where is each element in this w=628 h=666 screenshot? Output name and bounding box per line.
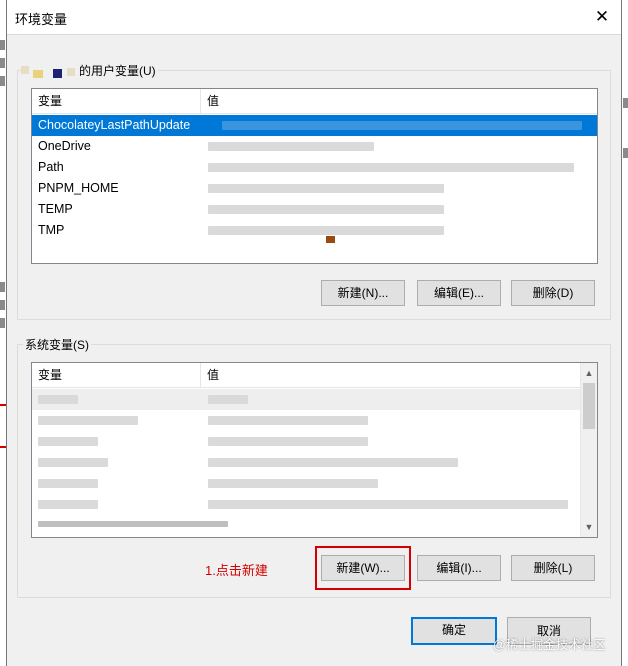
column-header-variable[interactable]: 变量 [32, 363, 201, 387]
redacted-value [208, 416, 368, 425]
background-text-fragment [0, 76, 5, 86]
variable-name: TMP [38, 223, 65, 237]
background-text-fragment [0, 318, 5, 328]
system-edit-button[interactable]: 编辑(I)... [417, 555, 501, 581]
blurred-pixel [33, 70, 43, 78]
variable-name: TEMP [38, 202, 73, 216]
ok-button[interactable]: 确定 [411, 617, 497, 645]
blurred-pixel [53, 69, 62, 78]
redacted-value [208, 437, 368, 446]
redacted-mark [326, 236, 335, 243]
system-variables-list[interactable]: 变量 值 ▲ ▼ [31, 362, 598, 538]
user-variables-label: 的用户变量(U) [77, 62, 158, 79]
user-variables-list[interactable]: 变量 值 ChocolateyLastPathUpdate OneDrive P… [31, 88, 598, 264]
list-item[interactable]: Path [32, 157, 597, 178]
list-item[interactable]: OneDrive [32, 136, 597, 157]
redacted-value [208, 479, 378, 488]
window-title: 环境变量 [15, 12, 68, 27]
column-header-value[interactable]: 值 [201, 363, 597, 387]
redacted-name [38, 395, 78, 404]
background-text-fragment [623, 148, 628, 158]
redacted-value [208, 226, 444, 235]
user-edit-button[interactable]: 编辑(E)... [417, 280, 501, 306]
background-text-fragment [0, 40, 5, 50]
column-header-value[interactable]: 值 [201, 89, 597, 113]
environment-variables-dialog: 环境变量 ✕ 的用户变量(U) 变量 值 ChocolateyLastPathU… [6, 0, 622, 666]
variable-name: ChocolateyLastPathUpdate [38, 118, 191, 132]
redacted-name [38, 458, 108, 467]
list-item[interactable] [32, 494, 597, 515]
scroll-up-icon[interactable]: ▲ [581, 365, 597, 381]
redacted-name [38, 437, 98, 446]
redacted-value [208, 205, 444, 214]
background-text-fragment [0, 282, 5, 292]
redacted-name [38, 500, 98, 509]
scroll-down-icon[interactable]: ▼ [581, 519, 597, 535]
blurred-pixel [67, 68, 75, 76]
user-delete-button[interactable]: 删除(D) [511, 280, 595, 306]
redacted-name [38, 479, 98, 488]
redacted-value [208, 395, 248, 404]
list-item[interactable]: PNPM_HOME [32, 178, 597, 199]
close-icon[interactable]: ✕ [591, 6, 613, 28]
redacted-value [208, 184, 444, 193]
variable-name: PNPM_HOME [38, 181, 119, 195]
redacted-value [208, 163, 574, 172]
background-text-fragment [0, 300, 5, 310]
background-text-fragment [0, 58, 5, 68]
system-new-button[interactable]: 新建(W)... [321, 555, 405, 581]
list-item[interactable] [32, 431, 597, 452]
variable-name: OneDrive [38, 139, 91, 153]
redacted-name [38, 521, 228, 527]
list-item[interactable] [32, 473, 597, 494]
background-text-fragment [623, 98, 628, 108]
blurred-pixel [21, 66, 29, 74]
redacted-value [208, 500, 568, 509]
background-window-right [622, 0, 628, 666]
username-blurred [21, 62, 77, 78]
vertical-scrollbar[interactable]: ▲ ▼ [580, 363, 597, 537]
list-item[interactable] [32, 515, 597, 536]
system-delete-button[interactable]: 删除(L) [511, 555, 595, 581]
watermark: @稀土掘金技术社区 [493, 638, 606, 652]
list-item[interactable]: TMP [32, 220, 597, 243]
title-bar: 环境变量 ✕ [7, 0, 621, 35]
list-item[interactable]: TEMP [32, 199, 597, 220]
system-variables-label: 系统变量(S) [23, 336, 91, 353]
annotation-text: 1.点击新建 [205, 563, 268, 578]
redacted-value [208, 142, 374, 151]
variable-name: Path [38, 160, 64, 174]
redacted-value [208, 458, 458, 467]
list-item[interactable] [32, 389, 597, 410]
list-item[interactable]: ChocolateyLastPathUpdate [32, 115, 597, 136]
list-item[interactable] [32, 410, 597, 431]
user-new-button[interactable]: 新建(N)... [321, 280, 405, 306]
column-header-variable[interactable]: 变量 [32, 89, 201, 113]
list-header: 变量 值 [32, 89, 597, 114]
scrollbar-thumb[interactable] [583, 383, 595, 429]
list-item[interactable] [32, 452, 597, 473]
list-header: 变量 值 [32, 363, 597, 388]
redacted-value [222, 121, 582, 130]
redacted-name [38, 416, 138, 425]
